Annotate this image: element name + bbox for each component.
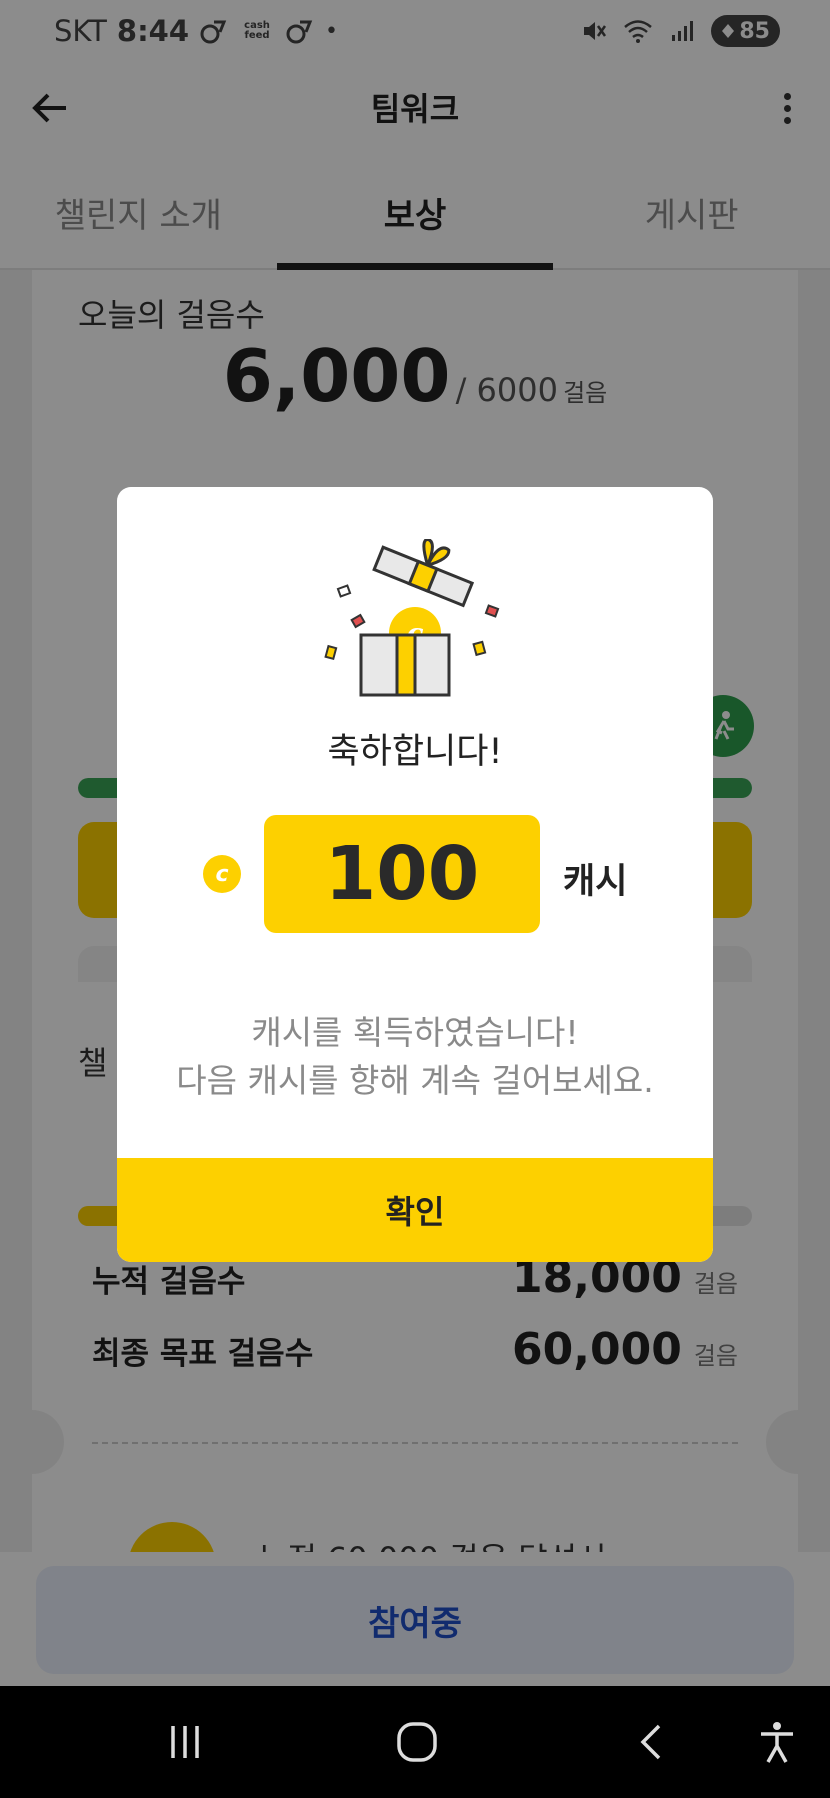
recent-apps-icon <box>171 1726 199 1758</box>
modal-message-line1: 캐시를 획득하였습니다! <box>251 1013 579 1052</box>
reward-unit: 캐시 <box>563 862 628 902</box>
back-nav-button[interactable] <box>626 1716 676 1768</box>
modal-title: 축하합니다! <box>327 732 503 772</box>
accessibility-icon <box>761 1722 793 1763</box>
gift-box-icon: c <box>324 539 500 697</box>
system-navigation-bar <box>0 1686 830 1798</box>
cash-coin-icon: c <box>203 855 241 893</box>
recent-apps-button[interactable] <box>160 1716 210 1768</box>
reward-amount: 100 <box>264 815 540 933</box>
back-chevron-icon <box>640 1724 661 1760</box>
reward-modal: c 축하합니다! c 100 캐시 캐시를 획득하였습니다! 다음 캐시를 향해… <box>117 487 713 1262</box>
modal-message-line2: 다음 캐시를 향해 계속 걸어보세요. <box>176 1061 654 1100</box>
modal-message: 캐시를 획득하였습니다! 다음 캐시를 향해 계속 걸어보세요. <box>117 1009 713 1105</box>
home-icon <box>397 1722 437 1762</box>
accessibility-button[interactable] <box>752 1716 802 1768</box>
home-button[interactable] <box>392 1716 442 1768</box>
reward-amount-row: c 100 캐시 <box>117 815 713 933</box>
confirm-button[interactable]: 확인 <box>117 1158 713 1262</box>
